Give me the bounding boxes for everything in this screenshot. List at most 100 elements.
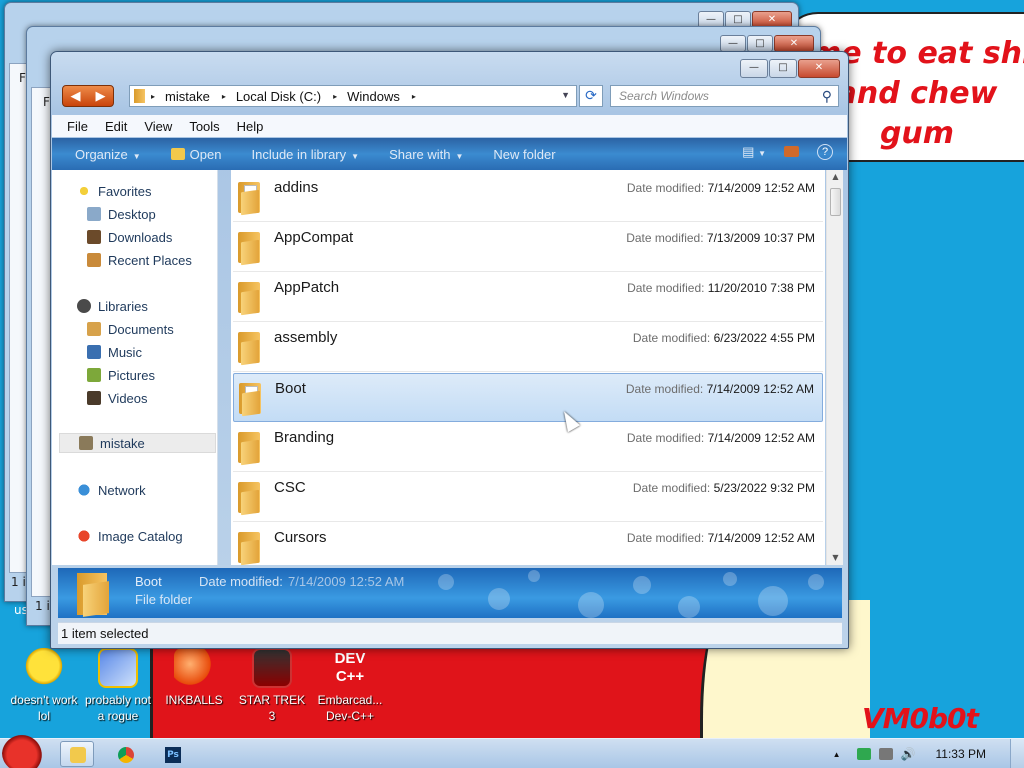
close-button[interactable]: ✕ <box>798 59 840 78</box>
open-label: Open <box>189 146 222 162</box>
desktop-icon-yahoo[interactable]: doesn't work lol <box>6 648 82 724</box>
inkball-icon <box>174 648 214 688</box>
maximize-button[interactable]: □ <box>769 59 797 78</box>
list-item[interactable]: assembly Date modified: 6/23/2022 4:55 P… <box>233 323 823 372</box>
nav-homegroup-mistake[interactable]: mistake <box>59 433 216 453</box>
back-button[interactable]: ◀ <box>71 89 81 104</box>
scroll-up-icon[interactable]: ▲ <box>827 170 844 184</box>
details-date-value: 7/14/2009 12:52 AM <box>288 574 405 589</box>
list-item[interactable]: CSC Date modified: 5/23/2022 9:32 PM <box>233 473 823 522</box>
date-modified-label: Date modified: <box>626 181 705 195</box>
list-item[interactable]: AppCompat Date modified: 7/13/2009 10:37… <box>233 223 823 272</box>
menu-file[interactable]: File <box>67 119 88 134</box>
date-modified: Date modified: 7/14/2009 12:52 AM <box>627 181 815 195</box>
open-button[interactable]: Open <box>170 146 222 162</box>
list-item[interactable]: AppPatch Date modified: 11/20/2010 7:38 … <box>233 273 823 322</box>
refresh-button[interactable]: ⟳ <box>579 85 603 107</box>
nav-recent-places[interactable]: Recent Places <box>87 250 192 270</box>
organize-button[interactable]: Organize ▼ <box>75 147 141 162</box>
volume-icon[interactable]: 🔊 <box>901 747 916 761</box>
menu-tools[interactable]: Tools <box>189 119 219 134</box>
breadcrumb-windows[interactable]: Windows <box>347 89 400 104</box>
nav-image-catalog[interactable]: Image Catalog <box>77 526 183 546</box>
date-modified: Date modified: 7/14/2009 12:52 AM <box>627 431 815 445</box>
search-icon[interactable]: ⚲ <box>822 86 832 106</box>
explorer-taskbar-button[interactable] <box>60 741 94 767</box>
chevron-down-icon[interactable]: ▼ <box>561 90 570 100</box>
list-item[interactable]: addins Date modified: 7/14/2009 12:52 AM <box>233 173 823 222</box>
forward-button[interactable]: ▶ <box>96 89 106 104</box>
nav-music[interactable]: Music <box>87 342 142 362</box>
include-in-library-button[interactable]: Include in library ▼ <box>251 147 359 162</box>
music-icon <box>87 345 101 359</box>
menu-help[interactable]: Help <box>237 119 264 134</box>
breadcrumb-separator[interactable]: ▸ <box>412 92 416 101</box>
nav-network[interactable]: Network <box>77 480 146 500</box>
nav-downloads[interactable]: Downloads <box>87 227 172 247</box>
file-list: addins Date modified: 7/14/2009 12:52 AM… <box>231 170 825 565</box>
minimize-button[interactable]: — <box>740 59 768 78</box>
nav-desktop[interactable]: Desktop <box>87 204 156 224</box>
date-modified-value: 7/14/2009 12:52 AM <box>707 531 815 545</box>
menu-edit[interactable]: Edit <box>105 119 127 134</box>
explorer-window[interactable]: — □ ✕ ◀ ▶ ▸ mistake ▸ Local Disk (C:) ▸ … <box>50 51 849 649</box>
start-button[interactable] <box>2 733 46 768</box>
nav-documents[interactable]: Documents <box>87 319 174 339</box>
nav-pictures[interactable]: Pictures <box>87 365 155 385</box>
desktop-icon <box>87 207 101 221</box>
menu-letter: F <box>43 95 50 109</box>
scroll-down-icon[interactable]: ▼ <box>827 551 844 565</box>
breadcrumb-separator[interactable]: ▸ <box>333 92 337 101</box>
views-button[interactable]: ▤ ▼ <box>742 144 766 160</box>
close-button[interactable]: ✕ <box>774 35 814 52</box>
desktop-icon-star-trek[interactable]: STAR TREK 3 <box>234 648 310 724</box>
clock[interactable]: 11:33 PM <box>936 747 986 761</box>
share-with-button[interactable]: Share with ▼ <box>389 147 463 162</box>
nav-libraries[interactable]: Libraries <box>77 296 148 316</box>
date-modified-label: Date modified: <box>632 481 711 495</box>
desktop-icon-dev-cpp[interactable]: DEV C++ Embarcad... Dev-C++ <box>312 648 388 724</box>
desktop-icon-inkballs[interactable]: INKBALLS <box>156 648 232 708</box>
show-hidden-icons-icon[interactable]: ▲ <box>833 750 841 759</box>
date-modified-label: Date modified: <box>626 431 705 445</box>
pictures-icon <box>87 368 101 382</box>
date-modified-label: Date modified: <box>625 382 704 396</box>
folder-icon <box>70 747 86 763</box>
preview-pane-icon[interactable] <box>784 146 799 157</box>
file-name: Cursors <box>274 529 327 546</box>
folder-icon <box>238 432 262 466</box>
network-tray-icon[interactable] <box>878 748 893 760</box>
desktop-icon-program[interactable]: probably not a rogue <box>80 648 156 724</box>
star-trek-icon <box>252 648 292 688</box>
breadcrumb-mistake[interactable]: mistake <box>165 89 210 104</box>
list-item[interactable]: Branding Date modified: 7/14/2009 12:52 … <box>233 423 823 472</box>
list-item-selected[interactable]: Boot Date modified: 7/14/2009 12:52 AM <box>233 373 823 422</box>
new-folder-button[interactable]: New folder <box>493 147 555 162</box>
videos-icon <box>87 391 101 405</box>
date-modified-value: 11/20/2010 7:38 PM <box>707 281 815 295</box>
scrollbar-thumb[interactable] <box>830 188 841 216</box>
nav-label: Desktop <box>108 206 156 222</box>
breadcrumb-separator[interactable]: ▸ <box>222 92 226 101</box>
search-input[interactable]: Search Windows ⚲ <box>610 85 839 107</box>
breadcrumb-separator[interactable]: ▸ <box>151 92 155 101</box>
nav-videos[interactable]: Videos <box>87 388 148 408</box>
date-modified-value: 7/14/2009 12:52 AM <box>706 382 814 396</box>
file-name: addins <box>274 179 319 196</box>
breadcrumb-local-disk[interactable]: Local Disk (C:) <box>236 89 321 104</box>
address-bar[interactable]: ▸ mistake ▸ Local Disk (C:) ▸ Windows ▸ … <box>129 85 577 107</box>
photoshop-taskbar-button[interactable]: Ps <box>155 741 189 767</box>
chrome-taskbar-button[interactable] <box>108 741 142 767</box>
help-icon[interactable]: ? <box>817 144 833 160</box>
date-modified: Date modified: 5/23/2022 9:32 PM <box>633 481 815 495</box>
date-modified-label: Date modified: <box>626 231 704 245</box>
minimize-button[interactable]: — <box>720 35 746 52</box>
show-desktop-button[interactable] <box>1010 739 1024 768</box>
action-center-icon[interactable] <box>856 748 871 760</box>
vertical-scrollbar[interactable]: ▲ ▼ <box>826 170 843 565</box>
nav-favorites[interactable]: Favorites <box>77 181 151 201</box>
search-placeholder: Search Windows <box>619 89 709 103</box>
list-item[interactable]: Cursors Date modified: 7/14/2009 12:52 A… <box>233 523 823 565</box>
maximize-button[interactable]: □ <box>747 35 773 52</box>
menu-view[interactable]: View <box>144 119 172 134</box>
